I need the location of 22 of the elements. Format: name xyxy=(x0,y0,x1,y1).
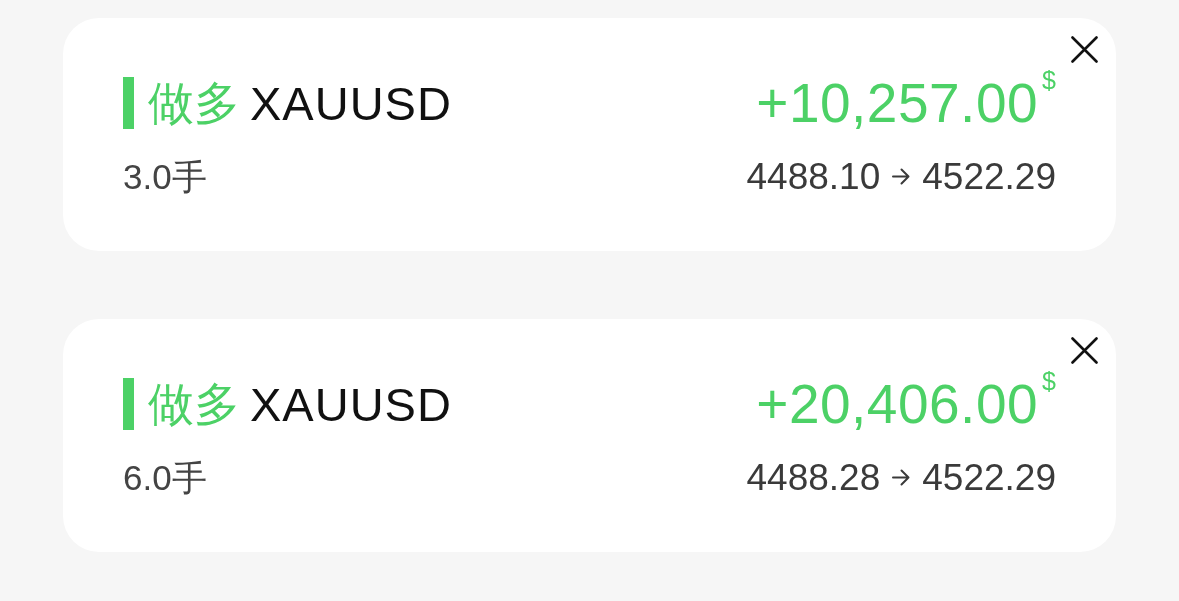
symbol-label: XAUUSD xyxy=(250,79,452,127)
profit-amount: +20,406.00 xyxy=(756,376,1039,432)
lot-size: 6.0手 xyxy=(123,459,207,495)
close-icon xyxy=(1071,36,1098,63)
close-icon xyxy=(1071,337,1098,364)
side-label: 做多 xyxy=(148,381,240,427)
close-button[interactable] xyxy=(1069,335,1100,366)
lot-size: 3.0手 xyxy=(123,158,207,194)
accent-bar-icon xyxy=(123,77,134,129)
close-price: 4522.29 xyxy=(922,157,1056,195)
arrow-right-icon xyxy=(892,167,911,185)
open-price: 4488.10 xyxy=(746,157,881,195)
close-price: 4522.29 xyxy=(922,458,1056,496)
arrow-right-icon xyxy=(892,468,911,486)
currency-symbol: $ xyxy=(1042,368,1056,394)
open-price: 4488.28 xyxy=(746,458,881,496)
currency-symbol: $ xyxy=(1042,67,1056,93)
accent-bar-icon xyxy=(123,378,134,430)
symbol-label: XAUUSD xyxy=(250,380,452,428)
profit-amount: +10,257.00 xyxy=(756,75,1039,131)
side-label: 做多 xyxy=(148,80,240,126)
close-button[interactable] xyxy=(1069,34,1100,65)
